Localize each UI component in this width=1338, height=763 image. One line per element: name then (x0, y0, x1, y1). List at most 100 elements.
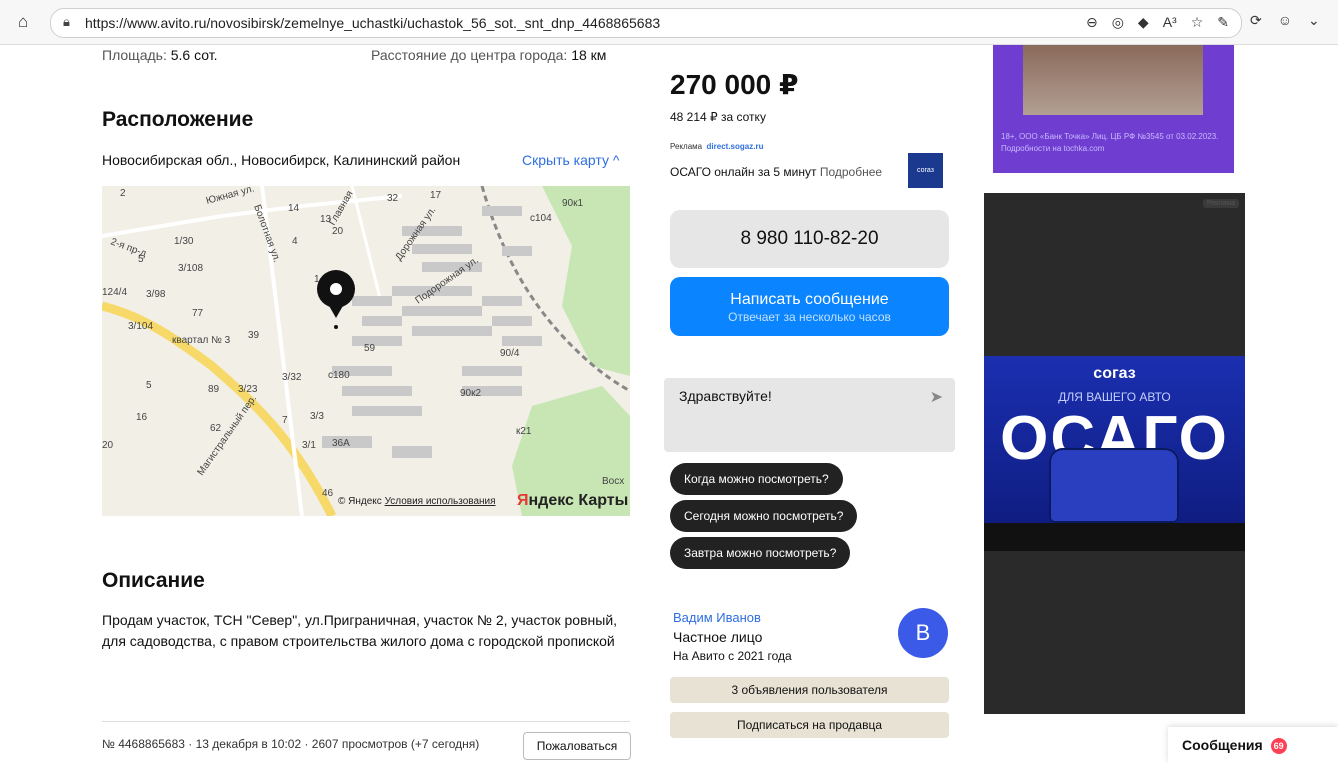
map-number: к21 (516, 426, 532, 437)
ad-disclaimer: 18+, ООО «Банк Точка» Лиц. ЦБ РФ №3545 о… (1001, 132, 1219, 153)
phone-button[interactable]: 8 980 110-82-20 (670, 210, 949, 268)
map[interactable]: Южная ул. Болотная ул. Главная Дорожная … (102, 186, 630, 516)
map-number: 14 (288, 203, 300, 214)
map-number: 13 (320, 214, 332, 225)
more-icon[interactable]: ⌄ (1308, 12, 1320, 29)
ad-text[interactable]: ОСАГО онлайн за 5 минут Подробнее (670, 165, 882, 179)
map-number: c104 (530, 213, 552, 224)
description-title: Описание (102, 569, 205, 592)
collections-icon[interactable]: ⟳ (1250, 12, 1262, 29)
map-number: 32 (387, 193, 399, 204)
map-label: Главная (327, 189, 356, 227)
map-terms-link[interactable]: Условия использования (385, 496, 496, 507)
profile-icon[interactable]: ☺ (1278, 12, 1292, 29)
write-message-button[interactable]: Написать сообщение Отвечает за несколько… (670, 277, 949, 336)
map-number: 36A (332, 438, 350, 449)
price-per-unit: 48 214 ₽ за сотку (670, 110, 766, 124)
messenger-count-badge: 69 (1270, 738, 1287, 755)
car-image (1049, 448, 1179, 523)
ad-road (984, 523, 1245, 551)
map-number: 2-я пр-д (109, 236, 148, 259)
browser-extras: ⟳ ☺ ⌄ (1250, 12, 1320, 29)
page-content: Площадь: 5.6 сот. Расстояние до центра г… (0, 45, 1338, 763)
chat-input-text[interactable]: Здравствуйте! (679, 388, 772, 404)
map-canvas: Южная ул. Болотная ул. Главная Дорожная … (102, 186, 630, 516)
map-number: 3/108 (178, 263, 203, 274)
map-number: 16 (136, 412, 148, 423)
map-number: 3/104 (128, 321, 153, 332)
zoom-out-icon[interactable]: ⊖ (1086, 14, 1098, 31)
seller-name-link[interactable]: Вадим Иванов (673, 610, 761, 625)
extension-icon[interactable]: ✎ (1217, 14, 1229, 31)
map-number: 3/1 (302, 440, 316, 451)
write-message-label: Написать сообщение (730, 291, 889, 308)
map-number: 62 (210, 423, 222, 434)
map-number: 5 (146, 380, 152, 391)
map-number: 20 (102, 440, 114, 451)
ad-banner-tochka[interactable]: 18+, ООО «Банк Точка» Лиц. ЦБ РФ №3545 о… (993, 45, 1234, 173)
ad-domain-link[interactable]: direct.sogaz.ru (707, 142, 764, 151)
tag-icon[interactable]: ◆ (1138, 14, 1149, 31)
url-text[interactable]: https://www.avito.ru/novosibirsk/zemelny… (85, 15, 660, 31)
eye-off-icon[interactable]: ◎ (1112, 14, 1124, 31)
ad-banner-sogaz[interactable]: Реклама согаз ДЛЯ ВАШЕГО АВТО ОСАГО (984, 193, 1245, 714)
map-number: 7 (282, 415, 288, 426)
home-icon[interactable]: ⌂ (18, 12, 38, 32)
subscribe-button[interactable]: Подписаться на продавца (670, 712, 949, 738)
map-number: 90/4 (500, 348, 520, 359)
address-bar-icons: ⊖ ◎ ◆ A³ ☆ ✎ (1086, 14, 1229, 31)
divider (102, 721, 630, 722)
quick-question-today[interactable]: Сегодня можно посмотреть? (670, 500, 858, 532)
location-title: Расположение (102, 108, 254, 131)
address-bar[interactable]: 🔒︎ https://www.avito.ru/novosibirsk/zeme… (50, 8, 1242, 38)
map-copyright: © Яндекс Условия использования (338, 496, 496, 507)
map-number: 1 (314, 274, 320, 285)
map-label: Магистральный пер. (195, 393, 259, 477)
send-icon[interactable]: ➤ (930, 387, 943, 407)
map-number: 20 (332, 226, 344, 237)
yandex-maps-logo[interactable]: Яндекс Карты (517, 492, 628, 510)
map-number: 2 (120, 188, 126, 199)
seller-since: На Авито с 2021 года (673, 649, 792, 663)
report-button[interactable]: Пожаловаться (523, 732, 631, 760)
browser-toolbar: ⌂ 🔒︎ https://www.avito.ru/novosibirsk/ze… (0, 0, 1338, 45)
map-number: 3/3 (310, 411, 324, 422)
map-label: Восх (602, 476, 624, 487)
ad-subtitle: ДЛЯ ВАШЕГО АВТО (1058, 390, 1171, 404)
ad-brand: согаз (1093, 365, 1136, 382)
map-number: 124/4 (102, 287, 127, 298)
read-aloud-icon[interactable]: A³ (1163, 14, 1177, 31)
star-icon[interactable]: ☆ (1191, 14, 1204, 31)
lock-icon[interactable]: 🔒︎ (63, 14, 70, 30)
map-label: квартал № 3 (172, 335, 231, 346)
ad-label: Реклама direct.sogaz.ru (670, 142, 764, 151)
map-number: 90к2 (460, 388, 481, 399)
listing-meta: № 4468865683 · 13 декабря в 10:02 · 2607… (102, 737, 480, 751)
sogaz-logo[interactable]: согаз (908, 153, 943, 188)
description-text: Продам участок, ТСН "Север", ул.Пригpани… (102, 612, 618, 649)
map-label: Южная ул. (205, 186, 256, 207)
hide-map-link[interactable]: Скрыть карту ^ (522, 152, 619, 168)
map-number: 3/98 (146, 289, 166, 300)
messenger-label: Сообщения (1182, 737, 1263, 753)
messenger-button[interactable]: Сообщения 69 (1168, 727, 1338, 763)
map-number: 4 (292, 236, 298, 247)
param-distance: Расстояние до центра города: 18 км (371, 47, 607, 63)
param-area: Площадь: 5.6 сот. (102, 47, 218, 63)
quick-question-when[interactable]: Когда можно посмотреть? (670, 463, 843, 495)
chat-input[interactable]: Здравствуйте! ➤ (664, 378, 955, 452)
response-time: Отвечает за несколько часов (728, 310, 891, 324)
map-number: 39 (248, 330, 260, 341)
quick-question-tomorrow[interactable]: Завтра можно посмотреть? (670, 537, 851, 569)
seller-ads-button[interactable]: 3 объявления пользователя (670, 677, 949, 703)
map-number: 3/32 (282, 372, 302, 383)
ad-more-link[interactable]: Подробнее (820, 165, 882, 179)
ad-tag: Реклама (1202, 199, 1239, 208)
map-number: 77 (192, 308, 204, 319)
map-number: c180 (328, 370, 350, 381)
map-number: 46 (322, 488, 334, 499)
avatar[interactable]: В (898, 608, 948, 658)
map-number: 59 (364, 343, 376, 354)
map-number: 1/30 (174, 236, 194, 247)
seller-type: Частное лицо (673, 629, 763, 645)
